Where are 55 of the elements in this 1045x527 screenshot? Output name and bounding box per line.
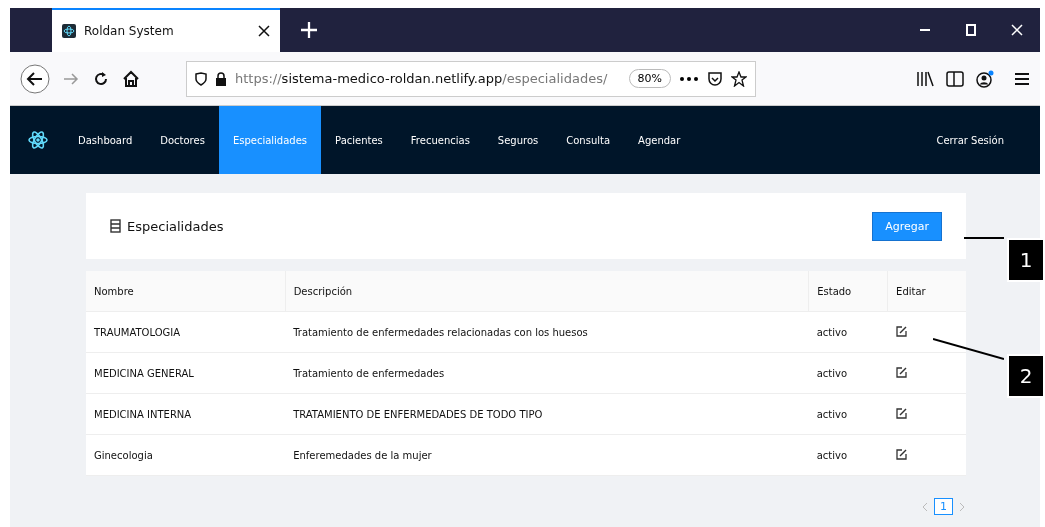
table-cell: TRAUMATOLOGIA <box>86 311 286 353</box>
table-cell: activo <box>808 352 888 394</box>
account-icon[interactable] <box>976 69 994 88</box>
pocket-icon[interactable] <box>707 70 723 87</box>
leader-line <box>933 338 1004 360</box>
table-cell: MEDICINA GENERAL <box>86 352 286 394</box>
callout-label: 1 <box>1007 238 1045 282</box>
address-bar[interactable]: https://sistema-medico-roldan.netlify.app/especialidades/ 80% <box>186 60 756 97</box>
edit-icon[interactable] <box>895 448 907 460</box>
home-icon[interactable] <box>122 69 140 88</box>
column-header: Estado <box>808 271 888 312</box>
browser-tab[interactable]: Roldan System <box>52 8 280 52</box>
library-icon[interactable] <box>916 70 934 87</box>
nav-tab[interactable]: Frecuencias <box>396 106 484 174</box>
atom-icon <box>62 24 76 38</box>
sidebar-icon[interactable] <box>946 70 964 87</box>
leader-line <box>964 235 1004 241</box>
table-cell: Ginecologia <box>86 434 286 476</box>
column-header: Editar <box>887 271 966 312</box>
nav-tab[interactable]: Doctores <box>146 106 219 174</box>
table-cell: Tratamiento de enfermedades <box>285 352 809 394</box>
nav-tab[interactable]: Agendar <box>624 106 695 174</box>
table-cell: activo <box>808 393 888 435</box>
nav-tab[interactable]: Consulta <box>552 106 625 174</box>
edit-icon[interactable] <box>895 325 907 337</box>
card-title: Especialidades <box>127 218 224 234</box>
callout-label: 2 <box>1007 354 1045 398</box>
more-icon[interactable] <box>679 75 699 82</box>
column-header: Nombre <box>86 271 286 312</box>
forward-icon[interactable] <box>62 70 80 87</box>
table-cell: activo <box>808 311 888 353</box>
table-cell: MEDICINA INTERNA <box>86 393 286 435</box>
list-icon <box>110 219 121 233</box>
lock-icon <box>215 71 227 86</box>
logout-link[interactable]: Cerrar Sesión <box>922 106 1018 174</box>
maximize-icon[interactable] <box>965 24 977 36</box>
table-cell: Tratamiento de enfermedades relacionadas con los huesos <box>285 311 809 353</box>
edit-icon[interactable] <box>895 366 907 378</box>
nav-tab[interactable]: Dashboard <box>64 106 147 174</box>
back-icon[interactable] <box>20 63 50 94</box>
tab-title: Roldan System <box>84 24 175 38</box>
column-header: Descripción <box>285 271 809 312</box>
close-icon[interactable] <box>258 25 270 37</box>
atom-icon[interactable] <box>28 129 48 151</box>
nav-tab[interactable]: Seguros <box>483 106 553 174</box>
table-cell: Enferemedades de la mujer <box>285 434 809 476</box>
table-cell: TRATAMIENTO DE ENFERMEDADES DE TODO TIPO <box>285 393 809 435</box>
url-text: https://sistema-medico-roldan.netlify.app/especialidades/ <box>235 71 609 86</box>
menu-icon[interactable] <box>1014 71 1030 86</box>
star-icon[interactable] <box>731 70 747 87</box>
shield-icon <box>195 71 207 86</box>
table-cell: activo <box>808 434 888 476</box>
edit-icon[interactable] <box>895 407 907 419</box>
nav-tab[interactable]: Pacientes <box>321 106 397 174</box>
reload-icon[interactable] <box>92 69 110 88</box>
